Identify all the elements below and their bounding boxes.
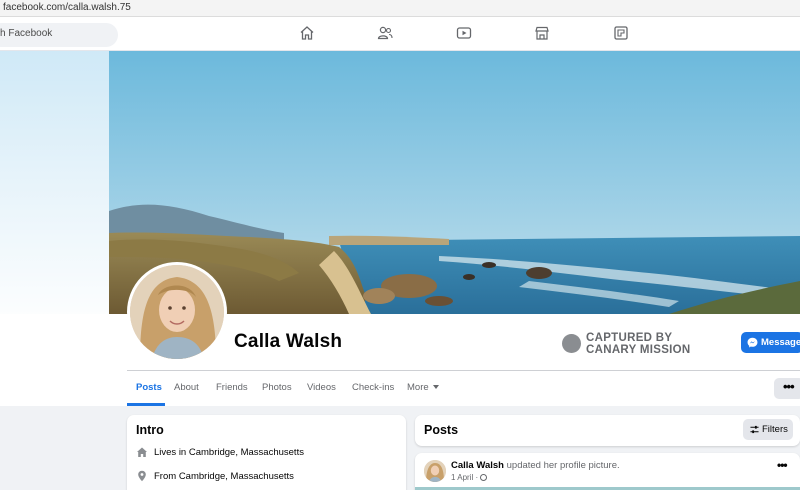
gaming-icon[interactable]	[613, 25, 629, 41]
friends-icon[interactable]	[377, 25, 393, 41]
post-author-name[interactable]: Calla Walsh	[451, 460, 504, 471]
post-headline: Calla Walsh updated her profile picture.	[451, 460, 620, 471]
intro-lives-prefix: Lives in	[154, 447, 189, 458]
tab-photos[interactable]: Photos	[262, 382, 292, 393]
filters-button[interactable]: Filters	[743, 419, 793, 440]
browser-url[interactable]: facebook.com/calla.walsh.75	[3, 2, 131, 13]
profile-avatar[interactable]	[127, 262, 227, 362]
location-pin-icon	[138, 470, 146, 482]
profile-header	[0, 314, 800, 406]
globe-icon	[480, 474, 488, 481]
more-options-dots: •••	[783, 379, 795, 394]
more-options-button[interactable]: •••	[774, 378, 800, 399]
active-tab-indicator	[127, 403, 165, 406]
home-icon	[137, 447, 147, 457]
tab-more-label: More	[407, 382, 429, 393]
intro-card: Intro Lives in Cambridge, Massachusetts …	[127, 415, 406, 490]
home-icon[interactable]	[299, 25, 315, 41]
intro-from-value[interactable]: Cambridge, Massachusetts	[179, 471, 294, 482]
post-card: Calla Walsh updated her profile picture.…	[415, 453, 800, 490]
clock-icon	[562, 334, 581, 353]
cover-photo[interactable]	[109, 51, 800, 314]
marketplace-icon[interactable]	[534, 25, 550, 41]
post-meta: 1 April ·	[451, 473, 488, 482]
caret-down-icon	[432, 385, 439, 390]
browser-address-bar[interactable]: facebook.com/calla.walsh.75	[0, 0, 800, 17]
profile-name: Calla Walsh	[234, 331, 343, 352]
watermark-text: CAPTURED BY CANARY MISSION	[586, 332, 691, 356]
watermark-line-2: CANARY MISSION	[586, 344, 691, 356]
post-more-options[interactable]: •••	[777, 458, 788, 472]
intro-from-prefix: From	[154, 471, 179, 482]
header-divider	[127, 370, 800, 371]
post-action-text: updated her profile picture.	[503, 460, 620, 471]
post-date[interactable]: 1 April ·	[451, 473, 478, 482]
tab-posts[interactable]: Posts	[136, 382, 162, 393]
message-label: Message	[761, 337, 800, 348]
search-input[interactable]: h Facebook	[0, 23, 118, 47]
intro-title: Intro	[136, 423, 164, 437]
filters-label: Filters	[762, 424, 788, 435]
search-placeholder: h Facebook	[0, 28, 53, 39]
tab-friends[interactable]: Friends	[216, 382, 248, 393]
messenger-icon	[747, 337, 758, 348]
post-author-avatar[interactable]	[424, 460, 446, 482]
tab-about[interactable]: About	[174, 382, 199, 393]
watch-icon[interactable]	[456, 25, 472, 41]
tab-check-ins[interactable]: Check-ins	[352, 382, 394, 393]
posts-header-card: Posts Filters	[415, 415, 800, 446]
watermark: CAPTURED BY CANARY MISSION	[562, 332, 732, 358]
watermark-line-1: CAPTURED BY	[586, 332, 673, 344]
intro-lives-value[interactable]: Cambridge, Massachusetts	[189, 447, 304, 458]
tab-videos[interactable]: Videos	[307, 382, 336, 393]
posts-title: Posts	[424, 423, 459, 437]
filter-sliders-icon	[750, 425, 759, 434]
message-button[interactable]: Message	[741, 332, 800, 353]
top-navigation: h Facebook	[0, 17, 800, 51]
tab-more[interactable]: More	[407, 382, 439, 393]
